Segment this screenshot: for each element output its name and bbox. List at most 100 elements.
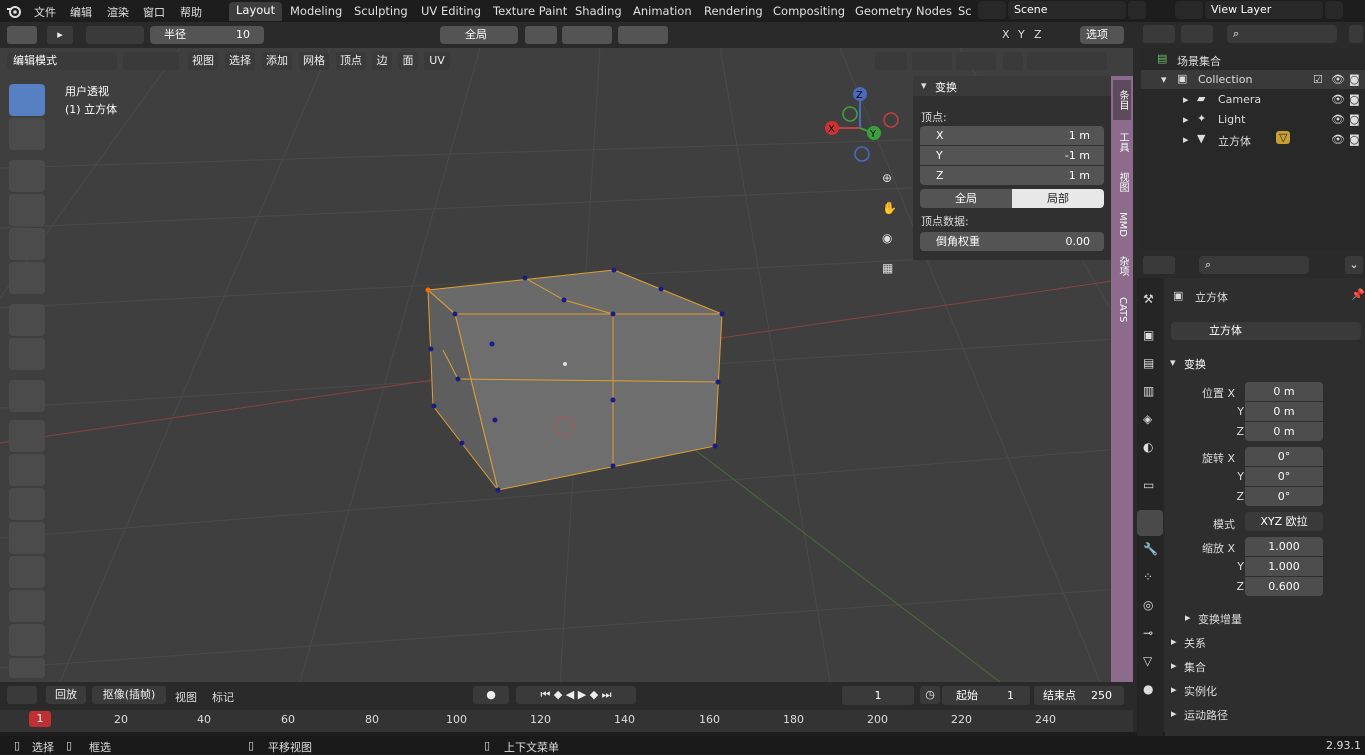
outliner-item-camera[interactable]: Camera — [1218, 93, 1261, 106]
camera-view-icon[interactable]: ◉ — [882, 231, 892, 245]
pin-icon[interactable]: 📌 — [1351, 288, 1365, 301]
zoom-icon[interactable]: ⊕ — [882, 171, 892, 185]
collections-expand-icon[interactable]: ▸ — [1171, 659, 1177, 672]
cursor-tool-icon[interactable] — [9, 118, 45, 150]
camera-visibility-icon[interactable]: 👁 — [1331, 93, 1345, 106]
scene-tab-icon[interactable]: ◈ — [1143, 412, 1152, 426]
collection-expand-icon[interactable]: ▾ — [1161, 73, 1167, 86]
delta-expand-icon[interactable]: ▸ — [1185, 611, 1191, 624]
collections-section[interactable]: 集合 — [1184, 659, 1206, 675]
location-z-field[interactable]: 0 m — [1245, 422, 1323, 441]
object-name-field[interactable]: 立方体 — [1171, 322, 1361, 340]
tab-view[interactable]: 视图 — [1113, 164, 1131, 200]
keying-dropdown[interactable]: 抠像(插帧) — [92, 686, 166, 704]
visibility-dropdown[interactable] — [875, 52, 907, 70]
current-frame-field[interactable]: 1 — [842, 686, 914, 705]
outliner-item-cube[interactable]: 立方体 — [1218, 133, 1251, 149]
scale-x-field[interactable]: 1.000 — [1245, 537, 1323, 556]
constraints-tab-icon[interactable]: ⊸ — [1143, 626, 1153, 640]
menu-render[interactable]: 渲染 — [107, 4, 129, 20]
pivot-dropdown[interactable] — [525, 26, 557, 44]
motion-paths-expand-icon[interactable]: ▸ — [1171, 707, 1177, 720]
instancing-expand-icon[interactable]: ▸ — [1171, 683, 1177, 696]
menu-edge[interactable]: 边 — [372, 52, 392, 70]
timeline-view-menu[interactable]: 视图 — [175, 689, 197, 705]
move-tool-icon[interactable] — [9, 160, 45, 192]
measure-tool-icon[interactable] — [9, 338, 45, 370]
start-frame-field[interactable]: 起始 1 — [942, 686, 1030, 705]
physics-tab-icon[interactable]: ◎ — [1143, 598, 1153, 612]
tab-sculpting[interactable]: Sculpting — [354, 4, 408, 18]
delta-transform-label[interactable]: 变换增量 — [1198, 611, 1242, 627]
particles-tab-icon[interactable]: ⁘ — [1143, 570, 1153, 584]
relations-section[interactable]: 关系 — [1184, 635, 1206, 651]
instancing-section[interactable]: 实例化 — [1184, 683, 1217, 699]
tab-misc[interactable]: 杂项 — [1113, 248, 1131, 284]
scale-z-field[interactable]: 0.600 — [1245, 577, 1323, 596]
spin-tool-icon[interactable] — [9, 624, 45, 656]
menu-mesh[interactable]: 网格 — [299, 52, 329, 70]
smooth-tool-icon[interactable] — [9, 658, 45, 678]
snap-toggle[interactable] — [562, 26, 612, 44]
tab-cats[interactable]: CATS — [1113, 288, 1131, 332]
location-y-field[interactable]: 0 m — [1245, 402, 1323, 421]
scale-y-field[interactable]: 1.000 — [1245, 557, 1323, 576]
light-expand-icon[interactable]: ▸ — [1183, 113, 1189, 126]
data-tab-icon[interactable]: ▽ — [1143, 654, 1152, 668]
light-visibility-icon[interactable]: 👁 — [1331, 113, 1345, 126]
global-toggle[interactable]: 全局 — [920, 189, 1012, 208]
object-type-dropdown[interactable] — [7, 26, 37, 44]
properties-editor-type[interactable] — [1143, 256, 1175, 274]
outliner-search-input[interactable]: ⌕ — [1227, 25, 1337, 43]
menu-edit[interactable]: 编辑 — [70, 4, 92, 20]
transform-section-header[interactable]: ▾ 变换 — [1165, 352, 1365, 372]
tab-geometry-nodes[interactable]: Geometry Nodes — [855, 4, 952, 18]
bevel-tool-icon[interactable] — [9, 488, 45, 520]
mirror-x[interactable]: X — [1002, 28, 1010, 41]
orientation-dropdown[interactable]: 全局 — [440, 26, 518, 44]
record-button[interactable]: ● — [473, 686, 509, 704]
view-layer-copy-icon[interactable] — [1325, 1, 1343, 19]
object-tab-icon[interactable] — [1137, 510, 1163, 536]
tab-shading[interactable]: Shading — [575, 4, 622, 18]
proportional-edit-toggle[interactable] — [618, 26, 668, 44]
playback-dropdown[interactable]: 回放 — [46, 686, 86, 704]
xray-toggle[interactable] — [1003, 52, 1023, 70]
loop-cut-tool-icon[interactable] — [9, 522, 45, 554]
timeline-editor-type[interactable] — [7, 686, 37, 704]
bevel-weight-field[interactable]: 倒角权重 0.00 — [920, 232, 1104, 251]
tab-texture-paint[interactable]: Texture Paint — [493, 4, 567, 18]
rotation-z-field[interactable]: 0° — [1245, 487, 1323, 506]
mesh-data-icon[interactable]: ▽ — [1276, 131, 1291, 144]
rotate-tool-icon[interactable] — [9, 194, 45, 226]
menu-file[interactable]: 文件 — [34, 4, 56, 20]
mirror-z[interactable]: Z — [1034, 28, 1042, 41]
camera-expand-icon[interactable]: ▸ — [1183, 93, 1189, 106]
overlay-toggle[interactable] — [956, 52, 996, 70]
cube-render-icon[interactable]: ◙ — [1349, 133, 1360, 146]
transform-panel-header[interactable]: ▾ 变换 — [913, 76, 1111, 96]
menu-vertex[interactable]: 顶点 — [336, 52, 366, 70]
tab-tool[interactable]: 工具 — [1113, 124, 1131, 160]
scale-tool-icon[interactable] — [9, 228, 45, 260]
tab-mmd[interactable]: MMD — [1113, 204, 1131, 244]
select-tool-icon[interactable]: ▸ — [47, 26, 73, 44]
tab-item[interactable]: 条目 — [1113, 80, 1131, 120]
menu-add[interactable]: 添加 — [262, 52, 292, 70]
outliner-item-light[interactable]: Light — [1218, 113, 1245, 126]
frame-tick-current[interactable]: 1 — [29, 711, 51, 727]
menu-select[interactable]: 选择 — [225, 52, 255, 70]
pan-hand-icon[interactable]: ✋ — [882, 201, 897, 215]
menu-help[interactable]: 帮助 — [180, 4, 202, 20]
collection-label[interactable]: Collection — [1198, 73, 1252, 86]
rotation-x-field[interactable]: 0° — [1245, 447, 1323, 466]
modifier-tab-icon[interactable]: 🔧 — [1143, 542, 1158, 556]
properties-search-input[interactable]: ⌕ — [1199, 256, 1309, 274]
vertex-y-field[interactable]: Y -1 m — [920, 146, 1104, 165]
poly-build-tool-icon[interactable] — [9, 590, 45, 622]
blender-logo-icon[interactable] — [6, 3, 22, 19]
rotation-y-field[interactable]: 0° — [1245, 467, 1323, 486]
transform-tool-icon[interactable] — [9, 262, 45, 294]
tab-compositing[interactable]: Compositing — [773, 4, 845, 18]
view-layer-icon[interactable] — [1175, 1, 1203, 19]
